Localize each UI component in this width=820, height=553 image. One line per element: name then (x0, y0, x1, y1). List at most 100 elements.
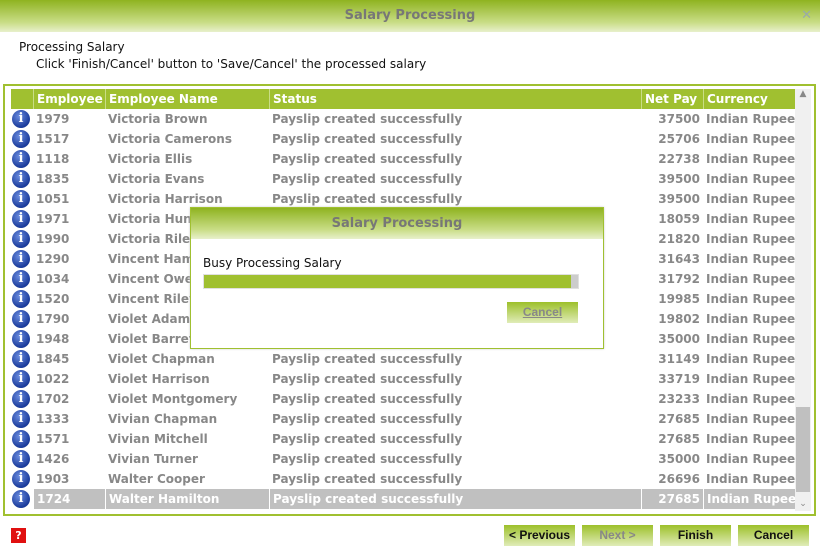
table-row[interactable]: i 1903 Walter Cooper Payslip created succes… (11, 469, 795, 489)
info-icon[interactable]: i (12, 210, 30, 228)
info-icon[interactable]: i (12, 290, 30, 308)
table-row[interactable]: i 1724 Walter Hamilton Payslip created succ… (11, 489, 795, 509)
scroll-down-icon[interactable]: ⌄ (795, 499, 811, 509)
cancel-button[interactable]: Cancel (738, 525, 809, 546)
column-header-employee-name[interactable]: Employee Name (105, 89, 269, 109)
column-header-currency[interactable]: Currency (703, 89, 795, 109)
cell-employee-name: Vivian Turner (108, 452, 198, 466)
column-header-status[interactable]: Status (269, 89, 641, 109)
cell-status: Payslip created successfully (272, 132, 463, 146)
info-icon[interactable]: i (12, 310, 30, 328)
cell-employee-name: Violet Harrison (108, 372, 210, 386)
table-row[interactable]: i 1702 Violet Montgomery Payslip created su… (11, 389, 795, 409)
info-icon[interactable]: i (12, 350, 30, 368)
instruction-text: Click 'Finish/Cancel' button to 'Save/Ca… (36, 57, 427, 71)
cell-employee-name: Victoria Brown (108, 112, 208, 126)
cell-status: Payslip created successfully (272, 412, 463, 426)
table-row[interactable]: i 1517 Victoria Camerons Payslip created su… (11, 129, 795, 149)
scroll-up-icon[interactable]: ▲ (795, 89, 811, 99)
table-row[interactable]: i 1979 Victoria Brown Payslip created succe… (11, 109, 795, 129)
cell-status: Payslip created successfully (272, 472, 463, 486)
cell-currency: Indian Rupees (706, 272, 795, 286)
cell-employee-name: Victoria Harrison (108, 192, 223, 206)
table-row[interactable]: i 1835 Victoria Evans Payslip created succe… (11, 169, 795, 189)
cell-employee-id: 1835 (36, 172, 70, 186)
info-icon[interactable]: i (12, 150, 30, 168)
cell-net-pay: 39500 (658, 192, 700, 206)
info-icon[interactable]: i (12, 190, 30, 208)
info-icon[interactable]: i (12, 430, 30, 448)
cell-net-pay: 27685 (641, 489, 703, 509)
dialog-message: Busy Processing Salary (203, 256, 342, 270)
table-row[interactable]: i 1571 Vivian Mitchell Payslip created succ… (11, 429, 795, 449)
info-icon[interactable]: i (12, 390, 30, 408)
table-row[interactable]: i 1051 Victoria Harrison Payslip created su… (11, 189, 795, 209)
cell-currency: Indian Rupees (706, 292, 795, 306)
info-icon[interactable]: i (12, 110, 30, 128)
cell-employee-id: 1790 (36, 312, 70, 326)
info-icon[interactable]: i (12, 410, 30, 428)
cell-status: Payslip created successfully (269, 489, 641, 509)
cell-employee-name: Walter Hamilton (105, 489, 269, 509)
vertical-scrollbar[interactable]: ▲ ⌄ (795, 89, 811, 511)
table-row[interactable]: i 1333 Vivian Chapman Payslip created succe… (11, 409, 795, 429)
cell-net-pay: 23233 (658, 392, 700, 406)
cell-currency: Indian Rupees (706, 112, 795, 126)
cell-status: Payslip created successfully (272, 152, 463, 166)
cell-currency: Indian Rupees (706, 392, 795, 406)
info-icon[interactable]: i (12, 450, 30, 468)
info-icon[interactable]: i (12, 490, 30, 508)
previous-button[interactable]: < Previous (504, 525, 575, 546)
table-row[interactable]: i 1426 Vivian Turner Payslip created succes… (11, 449, 795, 469)
cell-currency: Indian Rupees (706, 432, 795, 446)
cell-net-pay: 18059 (658, 212, 700, 226)
cell-employee-id: 1702 (36, 392, 70, 406)
cell-currency: Indian Rupees (706, 232, 795, 246)
cell-currency: Indian Rupees (703, 489, 795, 509)
progress-fill (204, 275, 571, 288)
table-header: Employee Id Employee Name Status Net Pay… (11, 89, 795, 109)
column-header-employee-id[interactable]: Employee Id (33, 89, 105, 109)
scrollbar-thumb[interactable] (796, 407, 810, 492)
cell-status: Payslip created successfully (272, 452, 463, 466)
cell-employee-id: 1517 (36, 132, 70, 146)
cell-net-pay: 19985 (658, 292, 700, 306)
info-icon[interactable]: i (12, 330, 30, 348)
next-button[interactable]: Next > (582, 525, 653, 546)
window-title-bar: Salary Processing ✕ (0, 0, 820, 32)
cell-currency: Indian Rupees (706, 452, 795, 466)
dialog-cancel-button[interactable]: Cancel (507, 302, 578, 323)
info-icon[interactable]: i (12, 250, 30, 268)
cell-employee-id: 1333 (36, 412, 70, 426)
cell-employee-id: 1034 (36, 272, 70, 286)
info-icon[interactable]: i (12, 130, 30, 148)
cell-net-pay: 26696 (658, 472, 700, 486)
cell-status: Payslip created successfully (272, 432, 463, 446)
table-row[interactable]: i 1022 Violet Harrison Payslip created succ… (11, 369, 795, 389)
cell-employee-id: 1022 (36, 372, 70, 386)
table-row[interactable]: i 1845 Violet Chapman Payslip created succe… (11, 349, 795, 369)
cell-net-pay: 27685 (658, 432, 700, 446)
column-header-net-pay[interactable]: Net Pay (641, 89, 703, 109)
info-icon[interactable]: i (12, 270, 30, 288)
page-heading: Processing Salary (19, 40, 125, 54)
cell-status: Payslip created successfully (272, 112, 463, 126)
cell-employee-id: 1990 (36, 232, 70, 246)
info-icon[interactable]: i (12, 230, 30, 248)
close-icon[interactable]: ✕ (801, 0, 812, 32)
cell-status: Payslip created successfully (272, 392, 463, 406)
cell-currency: Indian Rupees (706, 332, 795, 346)
info-icon[interactable]: i (12, 470, 30, 488)
info-icon[interactable]: i (12, 370, 30, 388)
help-icon[interactable]: ? (11, 528, 26, 543)
cell-employee-name: Vivian Chapman (108, 412, 218, 426)
cell-employee-id: 1051 (36, 192, 70, 206)
info-icon[interactable]: i (12, 170, 30, 188)
cell-employee-name: Walter Cooper (108, 472, 205, 486)
cell-status: Payslip created successfully (272, 192, 463, 206)
dialog-title: Salary Processing (191, 208, 603, 239)
finish-button[interactable]: Finish (660, 525, 731, 546)
processing-dialog: Salary Processing Busy Processing Salary… (190, 207, 604, 349)
table-row[interactable]: i 1118 Victoria Ellis Payslip created succe… (11, 149, 795, 169)
cell-net-pay: 31643 (658, 252, 700, 266)
